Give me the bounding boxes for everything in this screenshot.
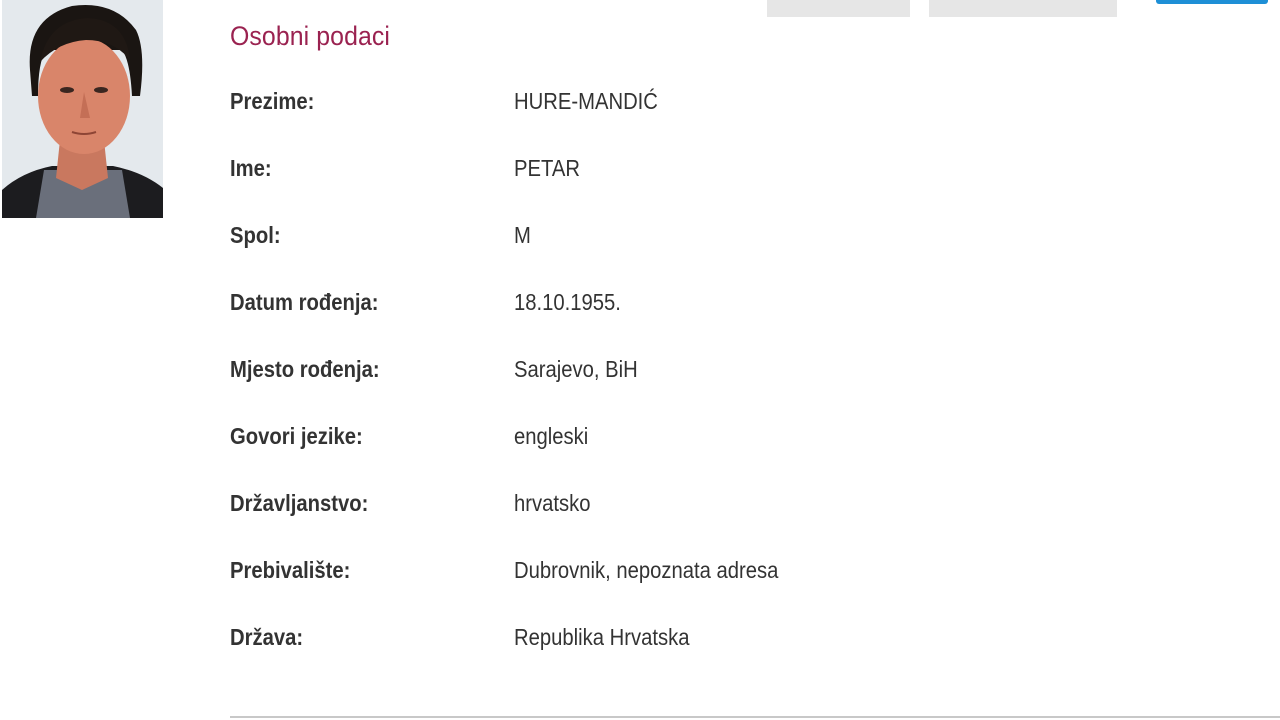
field-row-residence: Prebivalište: Dubrovnik, nepoznata adres… — [230, 557, 1230, 624]
field-value: Sarajevo, BiH — [514, 356, 638, 382]
field-label: Spol: — [230, 222, 281, 248]
field-value: 18.10.1955. — [514, 289, 621, 315]
top-tab-2[interactable] — [929, 0, 1117, 17]
field-row-citizenship: Državljanstvo: hrvatsko — [230, 490, 1230, 557]
field-value: hrvatsko — [514, 490, 591, 516]
field-value: Dubrovnik, nepoznata adresa — [514, 557, 779, 583]
field-label: Prezime: — [230, 88, 315, 114]
field-value: engleski — [514, 423, 589, 449]
field-label: Prebivalište: — [230, 557, 351, 583]
field-row-languages: Govori jezike: engleski — [230, 423, 1230, 490]
top-tab-1[interactable] — [767, 0, 910, 17]
field-label: Država: — [230, 624, 304, 650]
person-photo — [2, 0, 163, 218]
field-row-name: Ime: PETAR — [230, 155, 1230, 222]
field-label: Mjesto rođenja: — [230, 356, 380, 382]
field-value: PETAR — [514, 155, 580, 181]
personal-data-list: Prezime: HURE-MANDIĆ Ime: PETAR Spol: M … — [230, 88, 1230, 691]
field-label: Govori jezike: — [230, 423, 363, 449]
field-label: Ime: — [230, 155, 272, 181]
field-label: Državljanstvo: — [230, 490, 369, 516]
field-row-birth-place: Mjesto rođenja: Sarajevo, BiH — [230, 356, 1230, 423]
section-title: Osobni podaci — [230, 21, 391, 51]
field-row-birth-date: Datum rođenja: 18.10.1955. — [230, 289, 1230, 356]
person-profile-page: Osobni podaci Prezime: HURE-MANDIĆ Ime: … — [0, 0, 1280, 720]
field-value: Republika Hrvatska — [514, 624, 690, 650]
top-action-button[interactable] — [1156, 0, 1268, 4]
field-row-country: Država: Republika Hrvatska — [230, 624, 1230, 691]
field-row-sex: Spol: M — [230, 222, 1230, 289]
field-label: Datum rođenja: — [230, 289, 379, 315]
field-row-surname: Prezime: HURE-MANDIĆ — [230, 88, 1230, 155]
section-divider — [230, 716, 1280, 718]
field-value: M — [514, 222, 531, 248]
field-value: HURE-MANDIĆ — [514, 88, 658, 114]
